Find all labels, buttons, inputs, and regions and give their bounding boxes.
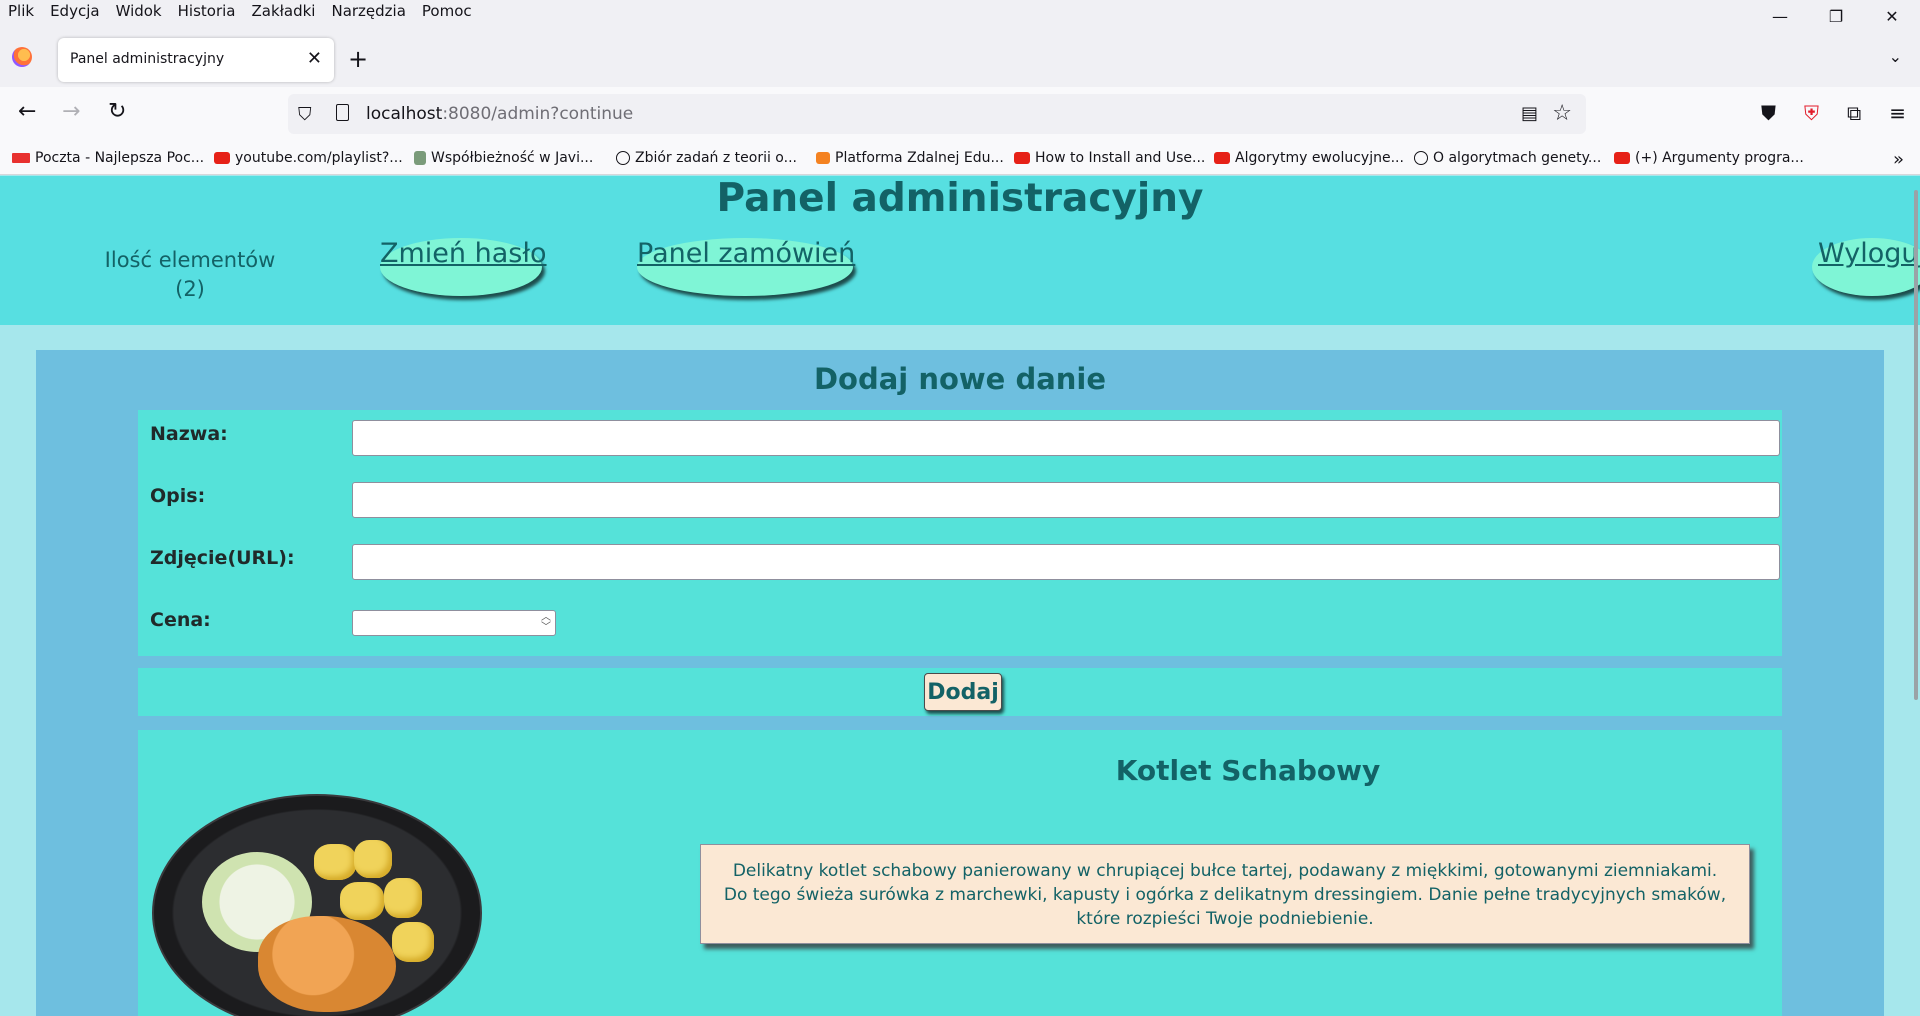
add-dish-panel: Dodaj nowe danie Nazwa: Opis: Zdjęcie(UR… — [36, 350, 1884, 1016]
moodle-icon — [816, 152, 830, 164]
pocket-icon[interactable]: ⛊ — [1761, 101, 1776, 125]
new-tab-icon[interactable]: + — [348, 45, 368, 73]
menu-zakladki[interactable]: Zakładki — [251, 2, 315, 20]
menu-edycja[interactable]: Edycja — [50, 2, 99, 20]
image-url-label: Zdjęcie(URL): — [150, 547, 295, 569]
description-label: Opis: — [150, 485, 206, 507]
url-text[interactable]: localhost:8080/admin?continue — [366, 104, 633, 124]
forward-icon[interactable]: → — [62, 101, 80, 123]
ublock-icon[interactable]: ⛨ — [1804, 101, 1819, 125]
item-count: Ilość elementów (2) — [104, 248, 276, 301]
potato — [354, 840, 392, 878]
bookmark-item[interactable]: Algorytmy ewolucyjne... — [1214, 150, 1404, 166]
potato — [384, 878, 422, 918]
dish-image — [152, 794, 482, 1016]
image-url-input[interactable] — [352, 544, 1780, 580]
reader-view-icon[interactable]: ▤ — [1521, 103, 1538, 124]
url-bar[interactable]: ⛉ localhost:8080/admin?continue ▤ ☆ — [288, 94, 1586, 134]
wp-icon — [12, 153, 30, 163]
page-scrollbar[interactable] — [1914, 190, 1918, 700]
bookmarks-toolbar: Poczta - Najlepsza Poc... youtube.com/pl… — [0, 143, 1920, 175]
cutlet — [258, 916, 396, 1012]
description-input[interactable] — [352, 482, 1780, 518]
back-icon[interactable]: ← — [18, 101, 36, 123]
bookmark-item[interactable]: Współbieżność w Javi... — [414, 150, 593, 166]
globe-icon — [616, 151, 630, 165]
menu-historia[interactable]: Historia — [178, 2, 236, 20]
menu-narzedzia[interactable]: Narzędzia — [331, 2, 405, 20]
shield-icon[interactable]: ⛉ — [298, 104, 312, 125]
add-dish-title: Dodaj nowe danie — [813, 362, 1107, 396]
change-password-button[interactable]: Zmień hasło — [380, 238, 547, 296]
price-row: Cena: ︿ ﹀ — [138, 600, 1782, 640]
bookmark-item[interactable]: Platforma Zdalnej Edu... — [816, 150, 1004, 166]
change-password-link[interactable]: Zmień hasło — [380, 238, 547, 269]
potato — [314, 844, 356, 880]
tab-panel-administracyjny[interactable]: Panel administracyjny ✕ — [58, 38, 334, 82]
list-all-tabs-icon[interactable]: ⌄ — [1889, 47, 1902, 66]
dish-card: Kotlet Schabowy Delikatny kotlet schabow… — [138, 730, 1782, 1016]
bookmark-item[interactable]: O algorytmach genety... — [1414, 150, 1601, 166]
extensions-icon[interactable]: ⧉ — [1847, 101, 1861, 125]
menu-plik[interactable]: Plik — [8, 2, 34, 20]
bookmark-star-icon[interactable]: ☆ — [1552, 101, 1572, 126]
orders-panel-button[interactable]: Panel zamówień — [637, 238, 855, 296]
add-dish-button[interactable]: Dodaj — [924, 673, 1002, 711]
more-bookmarks-icon[interactable]: » — [1893, 149, 1904, 170]
youtube-icon — [1014, 152, 1030, 164]
bookmark-item[interactable]: youtube.com/playlist?... — [214, 150, 403, 166]
page-title: Panel administracyjny — [716, 176, 1204, 221]
youtube-icon — [1614, 152, 1630, 164]
add-dish-form: Nazwa: Opis: Zdjęcie(URL): Cena: ︿ ﹀ — [138, 410, 1782, 656]
reload-icon[interactable]: ↻ — [108, 101, 126, 123]
globe-icon — [1414, 151, 1428, 165]
page-content: Panel administracyjny Ilość elementów (2… — [0, 176, 1920, 1016]
app-menu-icon[interactable]: ≡ — [1889, 101, 1906, 125]
price-input[interactable]: ︿ ﹀ — [352, 610, 556, 636]
page-icon[interactable] — [336, 104, 349, 121]
name-row: Nazwa: — [138, 414, 1782, 456]
menu-bar: Plik Edycja Widok Historia Zakładki Narz… — [0, 0, 1920, 26]
navigation-toolbar: ← → ↻ ⛉ localhost:8080/admin?continue ▤ … — [0, 87, 1920, 143]
description-row: Opis: — [138, 476, 1782, 518]
name-label: Nazwa: — [150, 423, 228, 445]
dish-name: Kotlet Schabowy — [1115, 754, 1381, 787]
bookmark-item[interactable]: How to Install and Use... — [1014, 150, 1205, 166]
menu-widok[interactable]: Widok — [116, 2, 162, 20]
site-icon — [414, 151, 426, 165]
price-label: Cena: — [150, 609, 211, 631]
youtube-icon — [214, 152, 230, 164]
youtube-icon — [1214, 152, 1230, 164]
potato — [340, 882, 384, 920]
firefox-icon[interactable] — [12, 47, 32, 67]
orders-panel-link[interactable]: Panel zamówień — [637, 238, 855, 269]
bookmark-item[interactable]: Zbiór zadań z teorii o... — [616, 150, 797, 166]
close-tab-icon[interactable]: ✕ — [307, 48, 322, 69]
tab-bar: Panel administracyjny ✕ + ⌄ — [0, 25, 1920, 87]
submit-row: Dodaj — [138, 668, 1782, 716]
tab-title: Panel administracyjny — [70, 51, 225, 67]
image-url-row: Zdjęcie(URL): — [138, 538, 1782, 580]
name-input[interactable] — [352, 420, 1780, 456]
bookmark-item[interactable]: Poczta - Najlepsza Poc... — [12, 150, 204, 166]
menu-pomoc[interactable]: Pomoc — [422, 2, 472, 20]
stepper-icon[interactable]: ︿ ﹀ — [541, 613, 551, 633]
dish-description: Delikatny kotlet schabowy panierowany w … — [700, 844, 1750, 944]
bookmark-item[interactable]: (+) Argumenty progra... — [1614, 150, 1804, 166]
logout-button[interactable]: Wyloguj — [1812, 238, 1920, 296]
potato — [392, 922, 434, 962]
logout-link[interactable]: Wyloguj — [1812, 238, 1920, 269]
admin-header: Panel administracyjny Ilość elementów (2… — [0, 176, 1920, 325]
